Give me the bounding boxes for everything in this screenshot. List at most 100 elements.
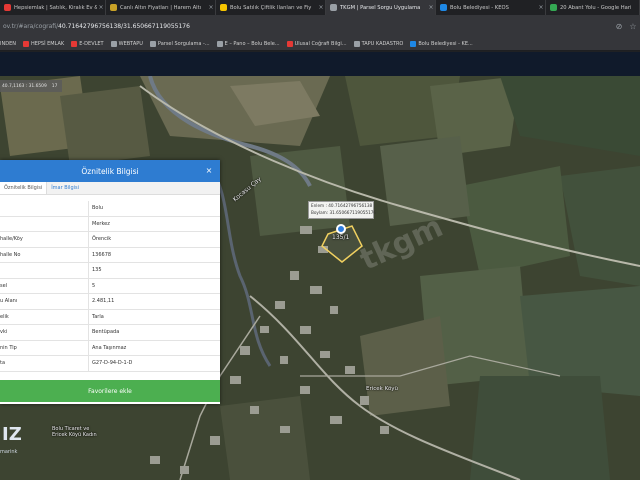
close-icon[interactable]: ×	[537, 4, 545, 11]
tab-title: 20 Abant Yolu - Google Hari	[560, 4, 632, 11]
bookmark-sahibinden[interactable]: INDEN	[0, 41, 16, 47]
tab-title: Bolu Satılık Çiftlik İlanları ve Fiy	[230, 4, 312, 11]
add-favorite-button[interactable]: Favorilere ekle	[0, 380, 220, 402]
tab-tkgm[interactable]: TKGM | Parsel Sorgu Uygulama ×	[326, 0, 436, 15]
ulusal-icon	[286, 40, 293, 47]
bookmark-label: INDEN	[0, 40, 16, 47]
folder-icon	[353, 40, 360, 47]
tkgm-icon	[330, 4, 337, 11]
attribute-row: Merkez	[0, 216, 220, 232]
globe-icon	[216, 40, 223, 47]
edevlet-icon	[71, 40, 78, 47]
row-divider	[88, 247, 89, 263]
url-prefix: ov.tr/#ara/cografi/	[3, 22, 59, 30]
bookmark-tapu[interactable]: TAPU KADASTRO	[353, 40, 403, 47]
address-bar[interactable]: ov.tr/#ara/cografi/40.71642796756138/31.…	[0, 15, 640, 37]
bookmark-epano[interactable]: E – Pano – Bolu Bele...	[216, 40, 280, 47]
bookmark-label: WEBTAPU	[118, 40, 143, 47]
bookmark-label: Ulusal Coğrafi Bilgi...	[294, 40, 347, 47]
bookmarks-bar: INDEN HEPSİ EMLAK E-DEVLET WEBTAPU Parse…	[0, 37, 640, 51]
bookmark-ulusal[interactable]: Ulusal Coğrafi Bilgi...	[286, 40, 347, 47]
row-divider	[88, 278, 89, 294]
panel-tabs: Öznitelik Bilgisi İmar Bilgisi	[0, 182, 220, 195]
row-divider	[88, 340, 89, 356]
url-path: 40.71642796756138/31.650667119055176	[58, 22, 190, 30]
attribute-key: ta	[0, 360, 6, 367]
attribute-row: Bolu	[0, 201, 220, 217]
attribute-row: halle No 136678	[0, 247, 220, 263]
app-header	[0, 52, 640, 76]
attribute-row: nin Tip Ana Taşınmaz	[0, 340, 220, 356]
attribute-key: halle/Köy	[0, 236, 23, 243]
panel-title: Öznitelik Bilgisi	[81, 166, 139, 176]
parcel-number[interactable]: 135/1	[332, 234, 349, 241]
tab-imar[interactable]: İmar Bilgisi	[47, 182, 83, 194]
tab-title: TKGM | Parsel Sorgu Uygulama	[340, 4, 421, 11]
row-divider	[88, 201, 89, 217]
popup-latitude: Enlem : 40.71642796756138	[311, 203, 373, 208]
hepsiemlak-icon	[22, 40, 29, 47]
bookmark-keos[interactable]: Bolu Belediyesi - KE...	[410, 40, 473, 47]
row-divider	[88, 263, 89, 279]
attribute-row: sel 5	[0, 278, 220, 294]
eye-off-icon[interactable]: ⊘	[612, 22, 626, 31]
attribute-row: u Alanı 2.481,11	[0, 294, 220, 310]
bookmark-label: Parsel Sorgulama -...	[157, 40, 210, 47]
add-favorite-label: Favorilere ekle	[88, 387, 132, 395]
attribute-key: halle No	[0, 251, 21, 258]
attribute-value: Bentüpada	[92, 329, 120, 336]
attribute-row: ta G27-D-94-D-1-D	[0, 356, 220, 372]
attribute-key: vki	[0, 329, 8, 336]
close-icon[interactable]: ×	[97, 4, 105, 11]
attribute-row: vki Bentüpada	[0, 325, 220, 341]
tab-hepsiemlak[interactable]: Hepsiemlak | Satılık, Kiralık Ev & ×	[0, 0, 106, 15]
bookmark-label: E-DEVLET	[79, 40, 104, 47]
tab-google-maps[interactable]: 20 Abant Yolu - Google Hari	[546, 0, 640, 15]
attribute-value: Merkez	[92, 220, 110, 227]
attribute-key: u Alanı	[0, 298, 18, 305]
keos-icon	[410, 40, 417, 47]
tab-title: Canlı Altın Fiyatları | Harem Altı	[120, 4, 202, 11]
attribute-row: 135	[0, 263, 220, 279]
tab-title: Hepsiemlak | Satılık, Kiralık Ev &	[14, 4, 97, 11]
coordinate-readout: 40.7,1163 : 31.6509 17	[0, 80, 62, 92]
harem-altin-icon	[110, 4, 117, 11]
close-icon[interactable]: ×	[207, 4, 215, 11]
attribute-value: Bolu	[92, 205, 104, 212]
map-label-school-2[interactable]: Ericek Köyü Kadın	[52, 432, 97, 438]
bookmark-edevlet[interactable]: E-DEVLET	[71, 40, 104, 47]
attribute-value: Ana Taşınmaz	[92, 344, 127, 351]
bookmark-label: Bolu Belediyesi - KE...	[418, 40, 473, 47]
close-icon[interactable]: ×	[427, 4, 435, 11]
bookmark-hepsiemlak[interactable]: HEPSİ EMLAK	[22, 40, 64, 47]
popup-longitude: Boylam: 31.650667119055176	[311, 209, 377, 215]
close-icon[interactable]: ×	[204, 166, 214, 176]
location-pin-icon	[149, 40, 156, 47]
map-label-village[interactable]: Ericek Köyü	[366, 386, 398, 392]
logo-text: marink	[0, 449, 18, 455]
panel-header: Öznitelik Bilgisi ×	[0, 160, 220, 182]
bookmark-webtapu[interactable]: WEBTAPU	[110, 40, 143, 47]
attribute-value: Tarla	[92, 313, 104, 320]
row-divider	[88, 325, 89, 341]
row-divider	[88, 232, 89, 248]
close-icon[interactable]: ×	[317, 4, 325, 11]
attribute-value: 2.481,11	[92, 298, 115, 305]
row-divider	[88, 294, 89, 310]
tab-harem-altin[interactable]: Canlı Altın Fiyatları | Harem Altı ×	[106, 0, 216, 15]
tab-keos[interactable]: Bolu Belediyesi - KEOS ×	[436, 0, 546, 15]
screen: Hepsiemlak | Satılık, Kiralık Ev & × Can…	[0, 0, 640, 480]
tab-sahibinden[interactable]: Bolu Satılık Çiftlik İlanları ve Fiy ×	[216, 0, 326, 15]
coordinate-value: 40.7,1163 : 31.6509	[2, 83, 47, 89]
star-icon[interactable]: ☆	[626, 22, 640, 31]
attribute-value: G27-D-94-D-1-D	[92, 360, 133, 367]
url-text[interactable]: ov.tr/#ara/cografi/40.71642796756138/31.…	[3, 23, 612, 30]
attribute-key: nin Tip	[0, 344, 17, 351]
tab-oznitelik[interactable]: Öznitelik Bilgisi	[0, 182, 48, 194]
row-divider	[88, 216, 89, 232]
location-marker-icon[interactable]	[336, 224, 346, 234]
coordinate-popup: Enlem : 40.71642796756138 Boylam: 31.650…	[308, 201, 377, 219]
bookmark-parsel[interactable]: Parsel Sorgulama -...	[149, 40, 210, 47]
bookmark-label: E – Pano – Bolu Bele...	[224, 40, 280, 47]
attribute-value: 135	[92, 267, 102, 274]
